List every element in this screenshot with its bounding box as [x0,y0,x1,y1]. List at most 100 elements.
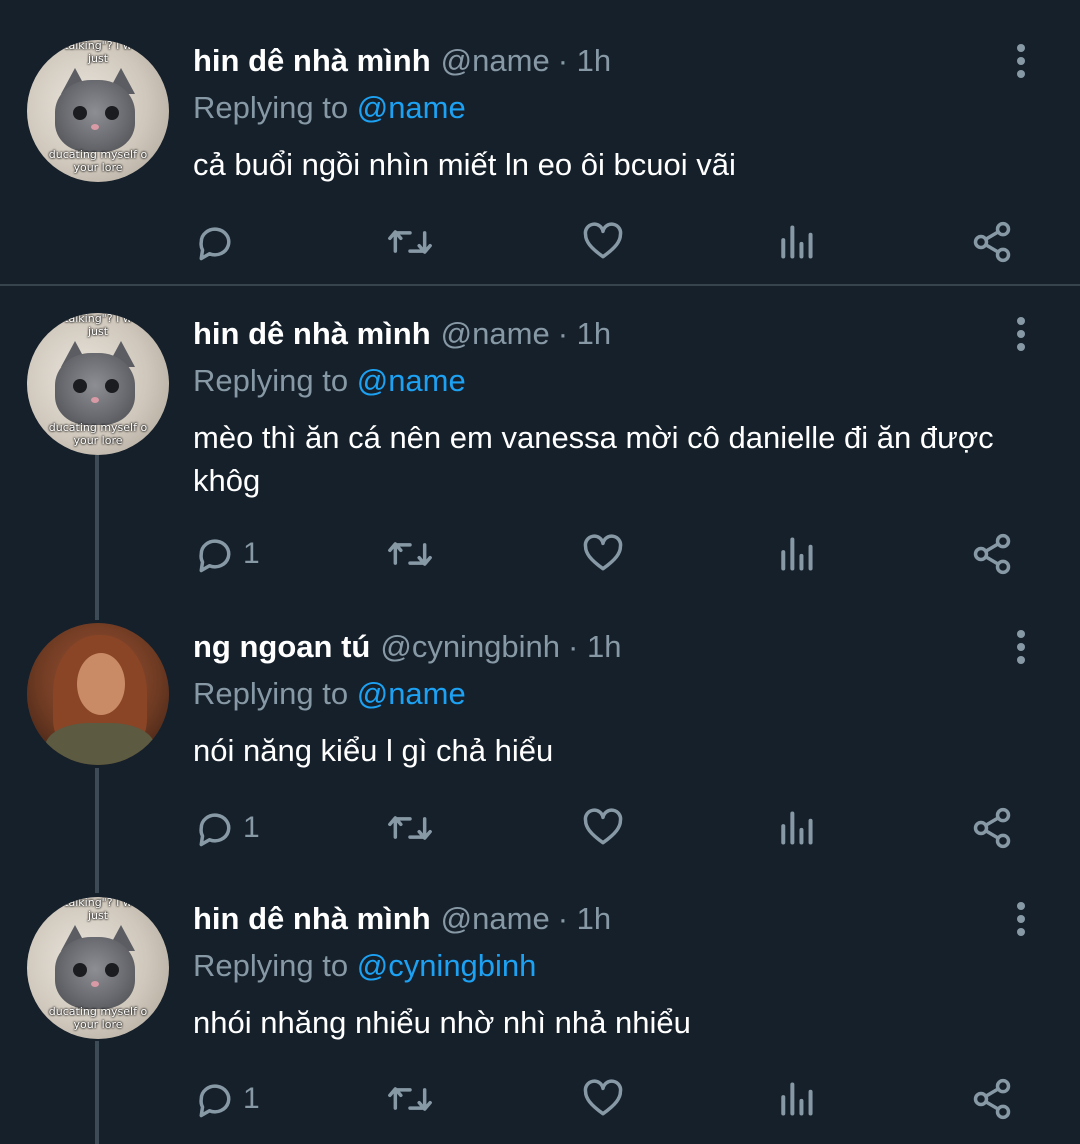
tweet-text: nói năng kiểu l gì chả hiểu [193,733,554,768]
avatar-caption: ducating myself o [48,421,148,434]
display-name[interactable]: hin dê nhà mình [193,43,431,78]
more-vertical-icon[interactable] [1010,317,1034,357]
reply-mention-link[interactable]: @cyningbinh [357,948,537,983]
replying-to: Replying to @name [193,676,466,712]
more-vertical-icon[interactable] [1010,44,1034,84]
analytics-button[interactable] [776,532,816,576]
tweet-author[interactable]: hin dê nhà mình @name · 1h [193,43,611,79]
share-icon [973,533,1011,575]
retweet-button[interactable] [386,220,434,264]
reply-icon [199,1084,231,1118]
reply-count: 1 [243,537,260,570]
share-button[interactable] [970,220,1014,264]
heart-icon [583,1079,623,1116]
reply-mention-link[interactable]: @name [357,363,466,398]
tweet-divider [0,284,1080,286]
share-button[interactable] [970,806,1014,850]
retweet-icon [388,816,432,840]
analytics-icon [781,537,813,571]
reply-icon [199,227,231,261]
replying-to-label: Replying to [193,90,349,125]
avatar[interactable] [27,623,169,765]
avatar-caption: your lore [73,161,123,174]
user-handle[interactable]: @name [441,43,550,78]
heart-icon [583,808,623,845]
share-icon [973,1078,1011,1120]
retweet-icon [388,1087,432,1111]
reply-button[interactable]: 1 [193,532,260,576]
analytics-button[interactable] [776,806,816,850]
analytics-button[interactable] [776,220,816,264]
avatar[interactable]: talking"? I w just ducating myself o you… [27,40,169,182]
replying-to-label: Replying to [193,363,349,398]
avatar-caption: talking"? I w [64,40,132,52]
avatar-caption: your lore [73,1018,123,1031]
tweet[interactable]: ng ngoan tú @cyningbinh · 1h Replying to @… [0,610,1080,885]
analytics-icon [781,1082,813,1116]
like-button[interactable] [581,532,625,576]
user-handle[interactable]: @cyningbinh [380,629,560,664]
display-name[interactable]: hin dê nhà mình [193,901,431,936]
tweet-text: cả buổi ngồi nhìn miết ln eo ôi bcuoi vã… [193,147,736,182]
tweet-author[interactable]: hin dê nhà mình @name · 1h [193,901,611,937]
avatar[interactable]: talking"? I w just ducating myself o you… [27,313,169,455]
reply-icon [199,539,231,573]
user-handle[interactable]: @name [441,316,550,351]
avatar-caption: your lore [73,434,123,447]
tweet[interactable]: talking"? I w just ducating myself o you… [0,290,1080,610]
avatar-caption: just [87,325,109,338]
avatar[interactable]: talking"? I w just ducating myself o you… [27,897,169,1039]
reply-mention-link[interactable]: @name [357,676,466,711]
avatar-caption: talking"? I w [64,313,132,325]
analytics-icon [781,225,813,259]
avatar-caption: just [87,52,109,65]
replying-to: Replying to @cyningbinh [193,948,536,984]
like-button[interactable] [581,220,625,264]
reply-button[interactable]: 1 [193,806,260,850]
share-button[interactable] [970,1077,1014,1121]
like-button[interactable] [581,1077,625,1121]
tweet[interactable]: talking"? I w just ducating myself o you… [0,885,1080,1144]
display-name[interactable]: ng ngoan tú [193,629,370,664]
tweet-time: · 1h [568,629,622,664]
more-vertical-icon[interactable] [1010,630,1034,670]
tweet-text: mèo thì ăn cá nên em vanessa mời cô dani… [193,420,994,498]
retweet-button[interactable] [386,1077,434,1121]
retweet-icon [388,542,432,566]
replying-to-label: Replying to [193,948,349,983]
tweet-time: · 1h [557,316,612,351]
avatar-caption: talking"? I w [64,897,132,909]
reply-button[interactable]: 1 [193,1077,260,1121]
share-button[interactable] [970,532,1014,576]
reply-mention-link[interactable]: @name [357,90,466,125]
display-name[interactable]: hin dê nhà mình [193,316,431,351]
replying-to-label: Replying to [193,676,349,711]
replying-to: Replying to @name [193,90,466,126]
tweet-author[interactable]: ng ngoan tú @cyningbinh · 1h [193,629,621,665]
reply-count: 1 [243,1082,260,1115]
retweet-button[interactable] [386,532,434,576]
more-vertical-icon[interactable] [1010,902,1034,942]
avatar-caption: ducating myself o [48,1005,148,1018]
like-button[interactable] [581,806,625,850]
share-icon [973,221,1011,263]
user-handle[interactable]: @name [441,901,550,936]
avatar-caption: just [87,909,109,922]
analytics-icon [781,811,813,845]
heart-icon [583,222,623,259]
tweet-text: nhói nhăng nhiểu nhờ nhì nhả nhiểu [193,1005,691,1040]
tweet-author[interactable]: hin dê nhà mình @name · 1h [193,316,611,352]
reply-button[interactable] [193,220,243,264]
retweet-button[interactable] [386,806,434,850]
reply-icon [199,813,231,847]
avatar-caption: ducating myself o [48,148,148,161]
tweet[interactable]: talking"? I w just ducating myself o you… [0,0,1080,284]
replying-to: Replying to @name [193,363,466,399]
share-icon [973,807,1011,849]
tweet-time: · 1h [557,901,612,936]
tweet-time: · 1h [557,43,612,78]
heart-icon [583,534,623,571]
reply-count: 1 [243,811,260,844]
analytics-button[interactable] [776,1077,816,1121]
retweet-icon [388,230,432,254]
